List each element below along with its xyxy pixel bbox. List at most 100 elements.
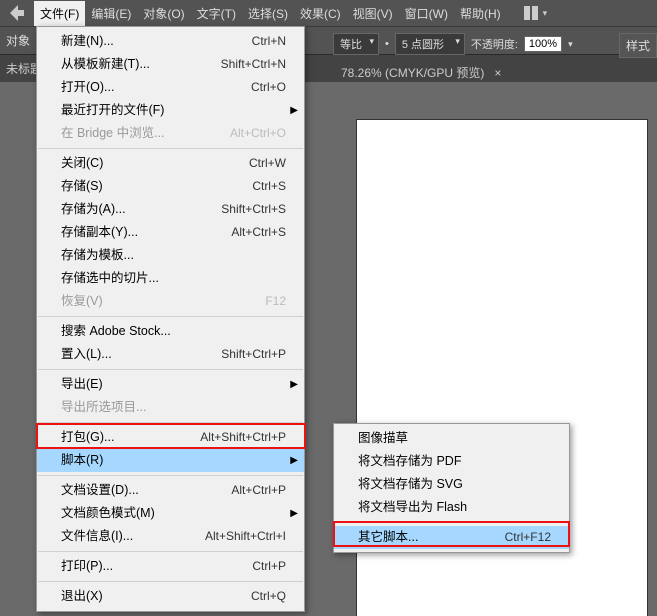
menu-item[interactable]: 文件信息(I)...Alt+Shift+Ctrl+I bbox=[37, 525, 304, 548]
menu-view[interactable]: 视图(V) bbox=[347, 1, 399, 26]
menu-shortcut: Ctrl+S bbox=[252, 178, 286, 195]
menu-item-label: 导出(E) bbox=[61, 376, 103, 393]
menu-item-label: 打开(O)... bbox=[61, 79, 114, 96]
menu-item[interactable]: 退出(X) Ctrl+Q bbox=[37, 585, 304, 608]
menu-item[interactable]: 存储为模板... bbox=[37, 244, 304, 267]
fit-dropdown[interactable]: 等比 bbox=[333, 33, 379, 55]
menu-window[interactable]: 窗口(W) bbox=[399, 1, 454, 26]
menu-item[interactable]: 搜索 Adobe Stock... bbox=[37, 320, 304, 343]
menu-item[interactable]: 从模板新建(T)... Shift+Ctrl+N bbox=[37, 53, 304, 76]
menu-shortcut: Shift+Ctrl+N bbox=[221, 56, 286, 73]
menu-help[interactable]: 帮助(H) bbox=[454, 1, 507, 26]
app-icon bbox=[8, 3, 28, 23]
menu-item[interactable]: 脚本(R) ▶ bbox=[37, 449, 304, 472]
menu-separator bbox=[38, 148, 303, 149]
layout-icon[interactable] bbox=[523, 5, 539, 21]
menu-item-label: 打包(G)... bbox=[61, 429, 114, 446]
menu-item-label: 存储选中的切片... bbox=[61, 270, 159, 287]
menu-separator bbox=[335, 522, 568, 523]
menu-item[interactable]: 导出(E)▶ bbox=[37, 373, 304, 396]
menu-item-label: 搜索 Adobe Stock... bbox=[61, 323, 171, 340]
menu-item[interactable]: 打印(P)... Ctrl+P bbox=[37, 555, 304, 578]
menu-item-label: 脚本(R) bbox=[61, 452, 103, 469]
menu-item[interactable]: 图像描草 bbox=[334, 427, 569, 450]
menu-separator bbox=[38, 369, 303, 370]
opacity-dropdown-icon[interactable]: ▾ bbox=[568, 39, 573, 50]
menu-item-label: 文档颜色模式(M) bbox=[61, 505, 155, 522]
menu-item[interactable]: 将文档导出为 Flash bbox=[334, 496, 569, 519]
menu-item-label: 存储为(A)... bbox=[61, 201, 126, 218]
menu-shortcut: Alt+Ctrl+O bbox=[230, 125, 286, 142]
stroke-dropdown[interactable]: 5 点圆形 bbox=[395, 33, 465, 55]
menu-text[interactable]: 文字(T) bbox=[191, 1, 242, 26]
menu-item-label: 将文档存储为 PDF bbox=[358, 453, 461, 470]
menu-separator bbox=[38, 316, 303, 317]
menu-shortcut: Ctrl+P bbox=[252, 558, 286, 575]
menu-item[interactable]: 存储副本(Y)...Alt+Ctrl+S bbox=[37, 221, 304, 244]
menu-shortcut: Ctrl+N bbox=[252, 33, 286, 50]
menu-item[interactable]: 存储选中的切片... bbox=[37, 267, 304, 290]
menubar: 文件(F) 编辑(E) 对象(O) 文字(T) 选择(S) 效果(C) 视图(V… bbox=[0, 0, 657, 26]
opacity-label: 不透明度: bbox=[471, 36, 518, 52]
menu-item[interactable]: 其它脚本... Ctrl+F12 bbox=[334, 526, 569, 549]
menu-separator bbox=[38, 475, 303, 476]
menu-item-label: 从模板新建(T)... bbox=[61, 56, 150, 73]
menu-shortcut: Alt+Ctrl+S bbox=[231, 224, 286, 241]
submenu-arrow-icon: ▶ bbox=[290, 102, 298, 119]
menu-separator bbox=[38, 581, 303, 582]
menu-item[interactable]: 新建(N)... Ctrl+N bbox=[37, 30, 304, 53]
menu-effect[interactable]: 效果(C) bbox=[294, 1, 347, 26]
styles-button[interactable]: 样式 bbox=[619, 33, 657, 58]
menu-shortcut: F12 bbox=[265, 293, 286, 310]
submenu-arrow-icon: ▶ bbox=[290, 452, 298, 469]
menu-item-label: 在 Bridge 中浏览... bbox=[61, 125, 165, 142]
document-tab[interactable]: 78.26% (CMYK/GPU 预览) bbox=[341, 64, 484, 81]
menu-item-label: 打印(P)... bbox=[61, 558, 113, 575]
menu-item-label: 恢复(V) bbox=[61, 293, 103, 310]
menu-item[interactable]: 将文档存储为 PDF bbox=[334, 450, 569, 473]
menu-item-label: 图像描草 bbox=[358, 430, 408, 447]
menu-item-label: 关闭(C) bbox=[61, 155, 103, 172]
menu-shortcut: Shift+Ctrl+P bbox=[221, 346, 286, 363]
menu-item[interactable]: 存储(S) Ctrl+S bbox=[37, 175, 304, 198]
menu-item-label: 置入(L)... bbox=[61, 346, 112, 363]
menu-shortcut: Ctrl+Q bbox=[251, 588, 286, 605]
menu-item-label: 将文档导出为 Flash bbox=[358, 499, 467, 516]
submenu-arrow-icon: ▶ bbox=[290, 505, 298, 522]
menu-shortcut: Ctrl+O bbox=[251, 79, 286, 96]
menu-item[interactable]: 最近打开的文件(F) ▶ bbox=[37, 99, 304, 122]
menu-item-label: 最近打开的文件(F) bbox=[61, 102, 164, 119]
menu-item-label: 将文档存储为 SVG bbox=[358, 476, 463, 493]
menu-item[interactable]: 关闭(C) Ctrl+W bbox=[37, 152, 304, 175]
menu-shortcut: Ctrl+W bbox=[249, 155, 286, 172]
menu-shortcut: Alt+Shift+Ctrl+P bbox=[200, 429, 286, 446]
layout-dropdown-icon[interactable]: ▾ bbox=[543, 8, 548, 19]
opacity-input[interactable]: 100% bbox=[524, 36, 562, 52]
menu-item[interactable]: 文档颜色模式(M) ▶ bbox=[37, 502, 304, 525]
menu-item[interactable]: 打开(O)... Ctrl+O bbox=[37, 76, 304, 99]
menu-item-label: 存储(S) bbox=[61, 178, 103, 195]
menu-item[interactable]: 将文档存储为 SVG bbox=[334, 473, 569, 496]
file-menu: 新建(N)... Ctrl+N 从模板新建(T)... Shift+Ctrl+N 打开(… bbox=[36, 26, 305, 612]
menu-item[interactable]: 文档设置(D)...Alt+Ctrl+P bbox=[37, 479, 304, 502]
menu-item-label: 存储为模板... bbox=[61, 247, 134, 264]
menu-item-label: 导出所选项目... bbox=[61, 399, 146, 416]
menu-select[interactable]: 选择(S) bbox=[242, 1, 294, 26]
menu-item: 恢复(V) F12 bbox=[37, 290, 304, 313]
menu-object[interactable]: 对象(O) bbox=[137, 1, 190, 26]
menu-item[interactable]: 存储为(A)...Shift+Ctrl+S bbox=[37, 198, 304, 221]
menu-item-label: 文件信息(I)... bbox=[61, 528, 133, 545]
menu-file[interactable]: 文件(F) bbox=[34, 1, 85, 26]
menu-item-label: 其它脚本... bbox=[358, 529, 418, 546]
menu-item-label: 退出(X) bbox=[61, 588, 103, 605]
close-tab-icon[interactable]: × bbox=[494, 66, 501, 80]
menu-item-label: 文档设置(D)... bbox=[61, 482, 139, 499]
menu-item[interactable]: 打包(G)... Alt+Shift+Ctrl+P bbox=[37, 426, 304, 449]
menu-item: 在 Bridge 中浏览... Alt+Ctrl+O bbox=[37, 122, 304, 145]
menu-shortcut: Ctrl+F12 bbox=[505, 529, 551, 546]
menu-item-label: 新建(N)... bbox=[61, 33, 114, 50]
scripts-submenu: 图像描草将文档存储为 PDF 将文档存储为 SVG 将文档导出为 Flash 其它脚本… bbox=[333, 423, 570, 553]
menu-item[interactable]: 置入(L)... Shift+Ctrl+P bbox=[37, 343, 304, 366]
menu-edit[interactable]: 编辑(E) bbox=[85, 1, 137, 26]
toolbar-left-label: 对象 bbox=[6, 32, 30, 49]
